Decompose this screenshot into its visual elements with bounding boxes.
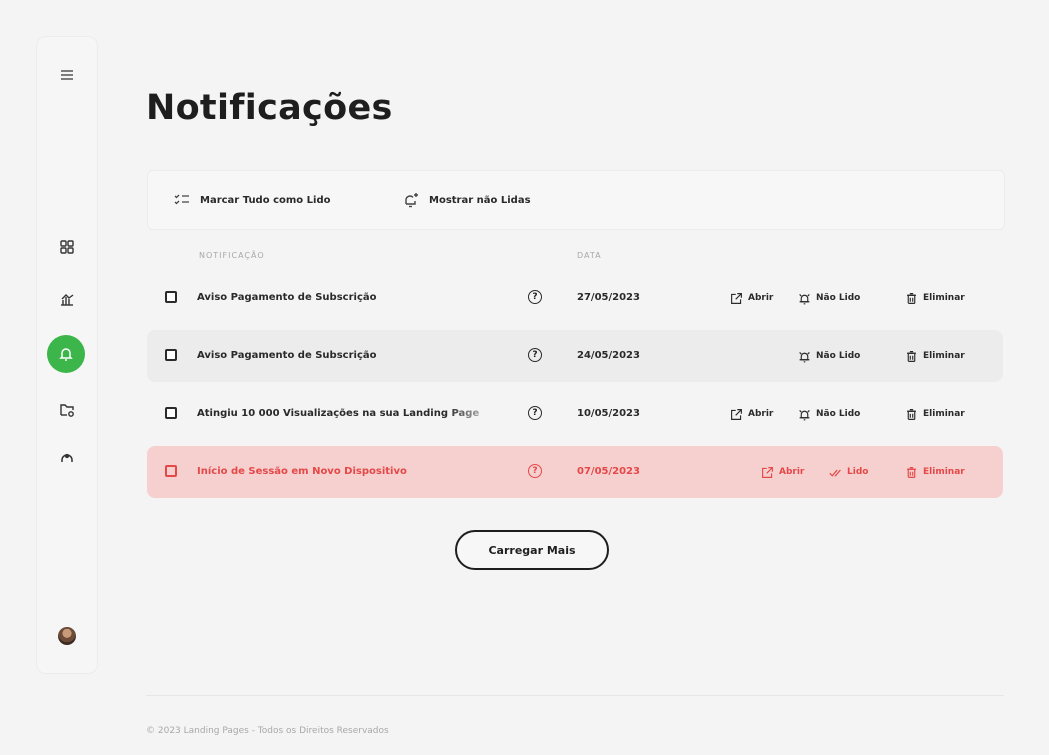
analytics-icon[interactable] bbox=[37, 291, 97, 307]
support-icon[interactable] bbox=[37, 449, 97, 465]
open-external-icon bbox=[731, 292, 742, 304]
toolbar: Marcar Tudo como Lido Mostrar não Lidas bbox=[147, 170, 1005, 230]
table-row[interactable]: Aviso Pagamento de Subscrição ? 24/05/20… bbox=[147, 330, 1003, 382]
help-icon[interactable]: ? bbox=[528, 464, 542, 478]
delete-button[interactable]: Eliminar bbox=[905, 446, 965, 498]
row-checkbox[interactable] bbox=[165, 465, 177, 477]
avatar[interactable] bbox=[58, 627, 76, 645]
table-row[interactable]: Aviso Pagamento de Subscrição ? 27/05/20… bbox=[147, 272, 1003, 324]
open-external-icon bbox=[762, 466, 773, 478]
delete-button[interactable]: Eliminar bbox=[905, 272, 965, 324]
delete-label: Eliminar bbox=[923, 351, 965, 361]
open-button[interactable]: Abrir bbox=[761, 446, 804, 498]
delete-label: Eliminar bbox=[923, 409, 965, 419]
table-row[interactable]: Início de Sessão em Novo Dispositivo ? 0… bbox=[147, 446, 1003, 498]
notification-date: 10/05/2023 bbox=[577, 408, 640, 419]
column-header-date: DATA bbox=[577, 251, 602, 260]
notification-text: Aviso Pagamento de Subscrição bbox=[197, 292, 377, 303]
checklist-icon bbox=[174, 194, 189, 205]
bell-unread-icon bbox=[799, 409, 810, 420]
row-checkbox[interactable] bbox=[165, 349, 177, 361]
open-button[interactable]: Abrir bbox=[730, 388, 773, 440]
trash-icon bbox=[907, 466, 916, 478]
trash-icon bbox=[907, 350, 916, 362]
mark-unread-label: Não Lido bbox=[816, 351, 861, 361]
open-label: Abrir bbox=[779, 467, 805, 477]
help-icon[interactable]: ? bbox=[528, 348, 542, 362]
help-icon[interactable]: ? bbox=[528, 406, 542, 420]
show-unread-button[interactable]: Mostrar não Lidas bbox=[403, 190, 531, 210]
row-checkbox[interactable] bbox=[165, 291, 177, 303]
notification-text: Aviso Pagamento de Subscrição bbox=[197, 350, 377, 361]
folder-settings-icon[interactable] bbox=[37, 402, 97, 418]
double-check-icon bbox=[829, 469, 841, 477]
notification-text: Atingiu 10 000 Visualizações na sua Land… bbox=[197, 408, 480, 419]
delete-label: Eliminar bbox=[923, 293, 965, 303]
mark-all-read-label: Marcar Tudo como Lido bbox=[200, 194, 331, 206]
notification-text: Início de Sessão em Novo Dispositivo bbox=[197, 466, 407, 477]
footer-divider bbox=[146, 695, 1004, 696]
delete-label: Eliminar bbox=[923, 467, 965, 477]
row-checkbox[interactable] bbox=[165, 407, 177, 419]
load-more-button[interactable]: Carregar Mais bbox=[455, 530, 609, 570]
mark-read-label: Lido bbox=[847, 467, 869, 477]
open-external-icon bbox=[731, 408, 742, 420]
mark-unread-button[interactable]: Não Lido bbox=[798, 330, 860, 382]
notification-date: 27/05/2023 bbox=[577, 292, 640, 303]
mark-unread-label: Não Lido bbox=[816, 293, 861, 303]
notification-date: 07/05/2023 bbox=[577, 466, 640, 477]
trash-icon bbox=[907, 292, 916, 304]
show-unread-label: Mostrar não Lidas bbox=[429, 194, 531, 206]
open-label: Abrir bbox=[748, 409, 774, 419]
dashboard-icon[interactable] bbox=[37, 239, 97, 255]
notification-date: 24/05/2023 bbox=[577, 350, 640, 361]
mark-unread-button[interactable]: Não Lido bbox=[798, 272, 860, 324]
help-icon[interactable]: ? bbox=[528, 290, 542, 304]
mark-read-button[interactable]: Lido bbox=[829, 446, 868, 498]
sidebar bbox=[36, 36, 98, 674]
bell-unread-icon bbox=[799, 351, 810, 362]
page-title: Notificações bbox=[146, 88, 393, 128]
table-row[interactable]: Atingiu 10 000 Visualizações na sua Land… bbox=[147, 388, 1003, 440]
bell-add-icon bbox=[405, 193, 418, 208]
menu-icon[interactable] bbox=[37, 67, 97, 83]
bell-icon[interactable] bbox=[47, 335, 85, 373]
column-header-notification: NOTIFICAÇÃO bbox=[199, 251, 265, 260]
trash-icon bbox=[907, 408, 916, 420]
open-label: Abrir bbox=[748, 293, 774, 303]
open-button[interactable]: Abrir bbox=[730, 272, 773, 324]
mark-all-read-button[interactable]: Marcar Tudo como Lido bbox=[174, 190, 330, 210]
mark-unread-label: Não Lido bbox=[816, 409, 861, 419]
footer-copyright: © 2023 Landing Pages - Todos os Direitos… bbox=[146, 726, 389, 736]
delete-button[interactable]: Eliminar bbox=[905, 330, 965, 382]
bell-unread-icon bbox=[799, 293, 810, 304]
mark-unread-button[interactable]: Não Lido bbox=[798, 388, 860, 440]
delete-button[interactable]: Eliminar bbox=[905, 388, 965, 440]
